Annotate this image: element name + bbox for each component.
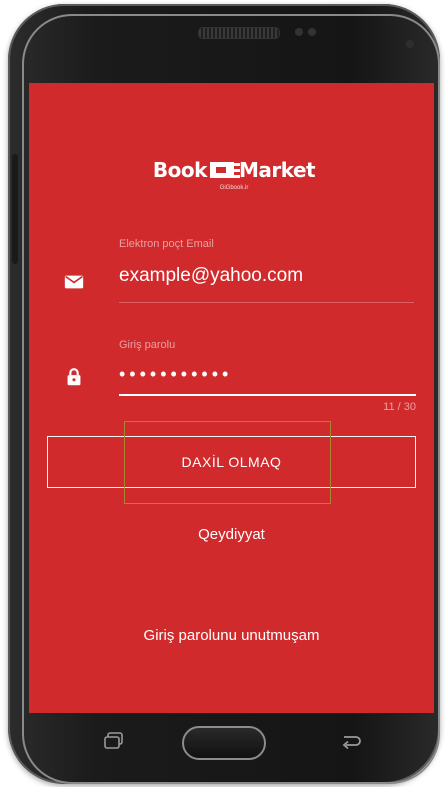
password-underline <box>119 394 416 396</box>
recent-apps-icon[interactable] <box>104 731 126 751</box>
login-button[interactable]: DAXİL OLMAQ <box>47 436 416 488</box>
mail-icon <box>64 275 84 289</box>
logo-wordmark: Book Market <box>149 156 319 184</box>
home-button[interactable] <box>182 726 266 760</box>
bookmarket-logo: Book Market GiGbook.ir <box>149 156 319 196</box>
proximity-sensor <box>295 28 303 36</box>
email-field[interactable] <box>119 262 414 290</box>
logo-book-icon <box>209 162 240 178</box>
back-icon[interactable] <box>338 732 362 752</box>
password-label: Giriş parolu <box>119 339 176 351</box>
lock-icon <box>67 368 81 386</box>
side-button <box>12 154 18 264</box>
forgot-password-link[interactable]: Giriş parolunu unutmuşam <box>29 627 434 644</box>
password-char-counter: 11 / 30 <box>383 401 416 413</box>
password-field[interactable] <box>119 361 414 387</box>
logo-word-market: Market <box>238 158 316 182</box>
front-camera <box>406 40 414 48</box>
email-underline <box>119 302 414 303</box>
logo-word-book: Book <box>152 158 208 182</box>
email-label: Elektron poçt Email <box>119 238 214 250</box>
light-sensor <box>308 28 316 36</box>
earpiece-speaker <box>198 27 280 39</box>
login-screen: Book Market GiGbook.ir Elektron poçt Ema… <box>29 83 434 713</box>
logo-subtitle: GiGbook.ir <box>219 185 249 191</box>
register-link[interactable]: Qeydiyyat <box>29 526 434 543</box>
